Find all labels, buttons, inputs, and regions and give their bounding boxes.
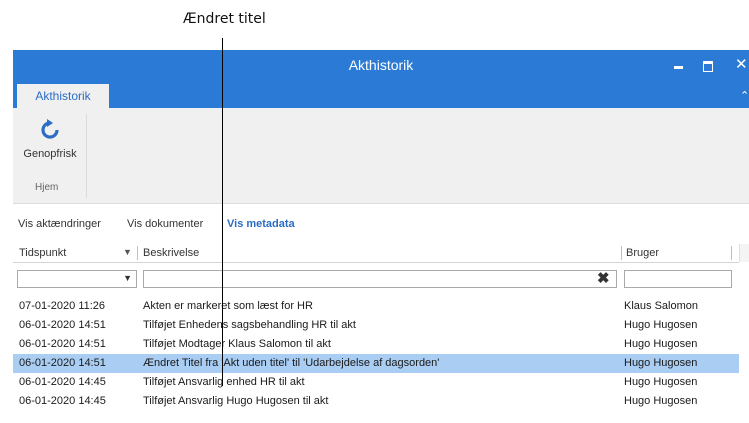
- window-title: Akthistorik: [348, 57, 414, 73]
- cell-description: Tilføjet Enhedens sagsbehandling HR til …: [143, 319, 356, 331]
- cell-user: Hugo Hugosen: [624, 319, 698, 331]
- cell-time: 06-01-2020 14:51: [19, 319, 106, 331]
- refresh-button[interactable]: Genopfrisk: [18, 116, 82, 172]
- cell-description: Tilføjet Ansvarlig enhed HR til akt: [143, 376, 305, 388]
- table-row[interactable]: 07-01-2020 11:26 Akten er markeret som læ…: [13, 297, 739, 316]
- refresh-label: Genopfrisk: [23, 148, 77, 160]
- cell-time: 07-01-2020 11:26: [19, 300, 106, 312]
- column-header-user[interactable]: Bruger: [626, 247, 659, 259]
- callout-pointer-line: [222, 38, 223, 386]
- tab-vis-aktaendringer[interactable]: Vis aktændringer: [18, 218, 101, 230]
- cell-time: 06-01-2020 14:45: [19, 395, 106, 407]
- tab-akthistorik[interactable]: Akthistorik: [17, 84, 109, 108]
- cell-user: Hugo Hugosen: [624, 338, 698, 350]
- collapse-ribbon-icon[interactable]: ⌃: [740, 89, 749, 102]
- column-header-time[interactable]: Tidspunkt: [19, 247, 66, 259]
- group-label-hjem: Hjem: [35, 182, 59, 193]
- table-row[interactable]: 06-01-2020 14:51 Tilføjet Enhedens sagsbe…: [13, 316, 739, 335]
- cell-description: Akten er markeret som læst for HR: [143, 300, 313, 312]
- akthistorik-window: Akthistorik ✕ Akthistorik ⌃ Genopfrisk H…: [13, 50, 749, 423]
- close-icon[interactable]: ✕: [735, 57, 748, 72]
- table-row[interactable]: 06-01-2020 14:45 Tilføjet Ansvarlig enhed…: [13, 373, 739, 392]
- chevron-down-icon: ▼: [123, 273, 132, 283]
- refresh-icon: [41, 119, 59, 139]
- callout: Ændret titel: [0, 0, 749, 50]
- column-separator[interactable]: [137, 246, 138, 260]
- cell-time: 06-01-2020 14:51: [19, 338, 106, 350]
- cell-user: Hugo Hugosen: [624, 357, 698, 369]
- vertical-scrollbar[interactable]: [739, 244, 749, 262]
- table-row[interactable]: 06-01-2020 14:51 Ændret Titel fra 'Akt ud…: [13, 354, 739, 373]
- clear-filter-icon[interactable]: ✖: [597, 271, 610, 286]
- tab-vis-dokumenter[interactable]: Vis dokumenter: [127, 218, 203, 230]
- user-filter-input[interactable]: [624, 270, 732, 288]
- table-row[interactable]: 06-01-2020 14:51 Tilføjet Modtager Klaus …: [13, 335, 739, 354]
- title-bar: Akthistorik ✕: [13, 50, 749, 82]
- group-divider: [86, 114, 87, 198]
- column-header-description[interactable]: Beskrivelse: [143, 247, 199, 259]
- cell-description: Tilføjet Modtager Klaus Salomon til akt: [143, 338, 331, 350]
- table-row[interactable]: 06-01-2020 14:45 Tilføjet Ansvarlig Hugo …: [13, 392, 739, 411]
- cell-time: 06-01-2020 14:45: [19, 376, 106, 388]
- maximize-icon[interactable]: [703, 58, 713, 72]
- tab-vis-metadata[interactable]: Vis metadata: [227, 218, 295, 230]
- time-filter-dropdown[interactable]: ▼: [17, 270, 137, 288]
- ribbon-tabstrip: Akthistorik ⌃: [13, 82, 749, 108]
- cell-description: Tilføjet Ansvarlig Hugo Hugosen til akt: [143, 395, 329, 407]
- cell-description: Ændret Titel fra 'Akt uden titel' til 'U…: [143, 357, 440, 369]
- cell-user: Klaus Salomon: [624, 300, 698, 312]
- minimize-icon[interactable]: [674, 58, 683, 69]
- cell-user: Hugo Hugosen: [624, 376, 698, 388]
- column-separator[interactable]: [621, 246, 622, 260]
- table-header: Tidspunkt ▼ Beskrivelse Bruger: [13, 244, 739, 263]
- history-table-body: 07-01-2020 11:26 Akten er markeret som læ…: [13, 297, 739, 411]
- description-filter-input[interactable]: [143, 270, 617, 288]
- sort-caret-icon[interactable]: ▼: [123, 247, 132, 257]
- cell-user: Hugo Hugosen: [624, 395, 698, 407]
- ribbon: Genopfrisk Hjem: [13, 108, 749, 204]
- column-separator[interactable]: [731, 246, 732, 260]
- cell-time: 06-01-2020 14:51: [19, 357, 106, 369]
- callout-label: Ændret titel: [183, 11, 266, 27]
